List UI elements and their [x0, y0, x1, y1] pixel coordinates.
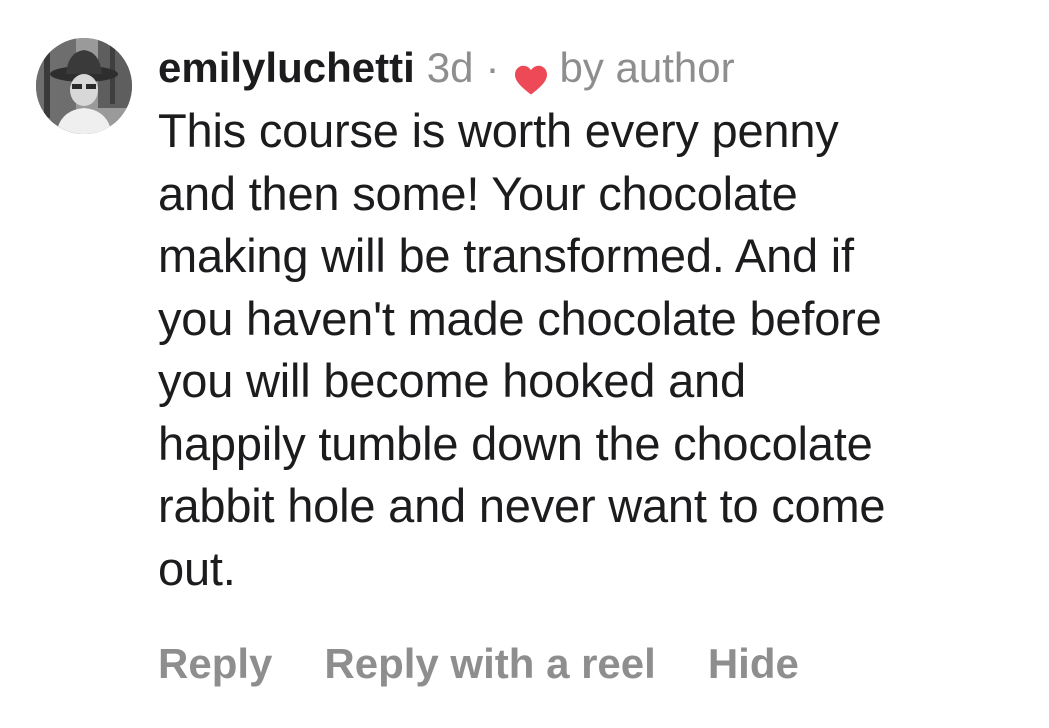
comment-text-line: This course is worth every penny: [158, 104, 839, 157]
comment-text-line: out.: [158, 541, 236, 595]
comment-actions: Reply Reply with a reel Hide: [158, 636, 799, 692]
liked-by-author-label: by author: [559, 44, 735, 91]
separator-dot: ·: [485, 44, 500, 91]
avatar[interactable]: [36, 38, 132, 134]
comment-meta: emilyluchetti 3d · by author: [158, 40, 1028, 96]
timestamp[interactable]: 3d: [427, 40, 474, 96]
comment-body: emilyluchetti 3d · by author This course…: [158, 40, 1028, 600]
reply-button[interactable]: Reply: [158, 636, 272, 692]
comment: emilyluchetti 3d · by author This course…: [0, 0, 1049, 728]
comment-text-line: rabbit hole and never want to come: [158, 479, 886, 532]
comment-text-line: you haven't made chocolate before: [158, 291, 882, 345]
comment-text-line: happily tumble down the chocolate: [158, 416, 873, 470]
reply-with-reel-button[interactable]: Reply with a reel: [324, 636, 655, 692]
comment-text-line: making will be transformed. And if: [158, 229, 854, 282]
hide-button[interactable]: Hide: [708, 636, 799, 692]
comment-text-line: you will become hooked and: [158, 354, 746, 407]
profile-photo: [36, 38, 132, 134]
heart-icon: [513, 54, 549, 95]
comment-text-line: and then some! Your chocolate: [158, 166, 798, 220]
username-link[interactable]: emilyluchetti: [158, 40, 415, 96]
comment-text: This course is worth every penny and the…: [158, 100, 1018, 600]
